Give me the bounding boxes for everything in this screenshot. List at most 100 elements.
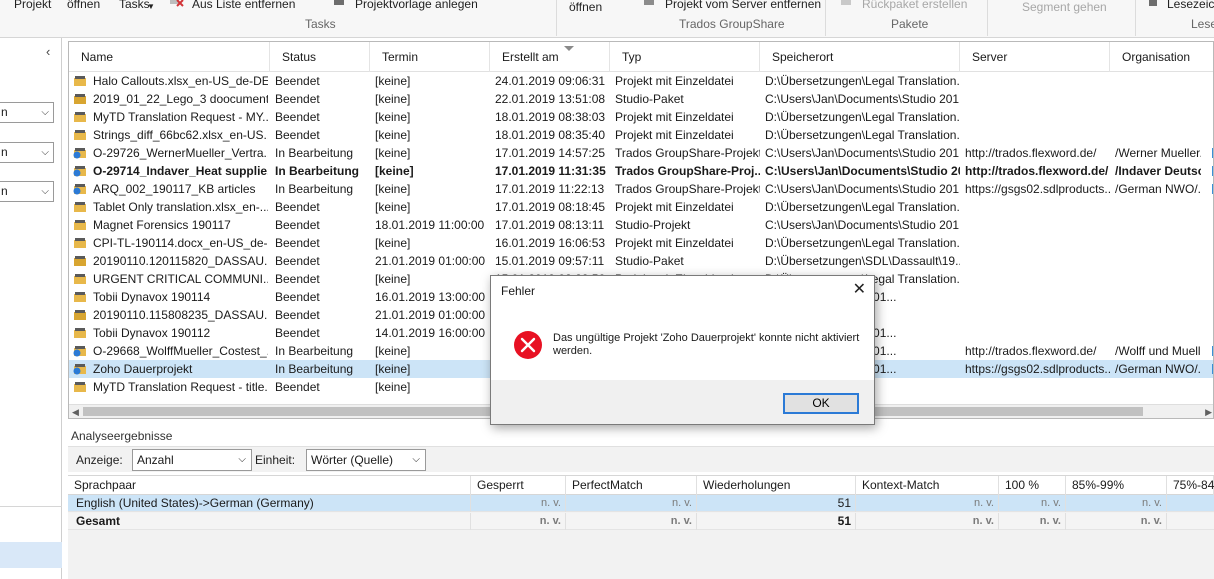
chevron-down-icon[interactable]: ▼ xyxy=(147,2,155,11)
type-cell: Projekt mit Einzeldatei xyxy=(615,200,734,214)
single-file-project-icon xyxy=(74,130,86,140)
project-row[interactable]: 20190110.120115820_DASSAU... Beendet 21.01… xyxy=(69,252,1213,270)
organisation-cell xyxy=(1115,90,1201,108)
project-row[interactable]: CPI-TL-190114.docx_en-US_de-... Beendet [k… xyxy=(69,234,1213,252)
status-cell: Beendet xyxy=(275,236,320,250)
column-header-gesperrt[interactable]: Gesperrt xyxy=(471,476,566,495)
project-row[interactable]: Tablet Only translation.xlsx_en-... Beend… xyxy=(69,198,1213,216)
ok-button[interactable]: OK xyxy=(783,393,859,414)
remove-from-list-button[interactable]: Aus Liste entfernen xyxy=(192,0,295,11)
organisation-cell: /German NWO/... xyxy=(1115,182,1201,196)
server-cell xyxy=(965,216,1110,234)
status-cell: Beendet xyxy=(275,128,320,142)
single-file-project-icon xyxy=(74,202,86,212)
column-header-created[interactable]: Erstellt am xyxy=(490,42,610,72)
filter-select-3[interactable]: n ⌵ xyxy=(0,181,54,202)
collapse-pane-icon[interactable]: ‹ xyxy=(46,44,50,59)
studio-package-icon xyxy=(74,94,86,104)
column-header-name[interactable]: Name xyxy=(69,42,270,72)
create-template-button[interactable]: Projektvorlage anlegen xyxy=(355,0,478,11)
match-85-99-cell: n. v. xyxy=(1066,513,1167,530)
analysis-row[interactable]: English (United States)->German (Germany… xyxy=(68,495,1214,512)
project-row[interactable]: MyTD Translation Request - MY... Beendet [… xyxy=(69,108,1213,126)
nav-item-selected[interactable] xyxy=(0,542,62,568)
anzeige-select[interactable]: Anzahl ⌵ xyxy=(132,449,252,471)
project-row[interactable]: ARQ_002_190117_KB articles In Bearbeitung… xyxy=(69,180,1213,198)
column-header-server[interactable]: Server xyxy=(960,42,1110,72)
bookmarks-button[interactable]: Lesezeich xyxy=(1167,0,1214,11)
name-cell: URGENT CRITICAL COMMUNI... xyxy=(93,272,268,286)
scroll-right-icon[interactable]: ▶ xyxy=(1205,405,1212,418)
column-header-75-84[interactable]: 75%-84% xyxy=(1167,476,1214,495)
dialog-message: Das ungültige Projekt 'Zoho Dauerprojekt… xyxy=(553,332,860,357)
server-cell xyxy=(965,324,1110,342)
server-cell xyxy=(965,72,1110,90)
organisation-cell xyxy=(1115,252,1201,270)
project-row[interactable]: 2019_01_22_Lego_3 doocuments Beendet [kein… xyxy=(69,90,1213,108)
server-cell xyxy=(965,288,1110,306)
project-row[interactable]: Strings_diff_66bc62.xlsx_en-US... Beendet… xyxy=(69,126,1213,144)
create-return-package-button[interactable]: Rückpaket erstellen xyxy=(862,0,967,11)
column-header-location[interactable]: Speicherort xyxy=(760,42,960,72)
einheit-select[interactable]: Wörter (Quelle) ⌵ xyxy=(306,449,426,471)
project-row[interactable]: O-29726_WernerMueller_Vertra... In Bearbe… xyxy=(69,144,1213,162)
column-header-termin[interactable]: Termin xyxy=(370,42,490,72)
nav-divider xyxy=(0,506,62,507)
scroll-left-icon[interactable]: ◀ xyxy=(72,405,79,418)
ribbon-open-button[interactable]: öffnen xyxy=(67,0,100,11)
studio-package-icon xyxy=(74,310,86,320)
status-cell: Beendet xyxy=(275,110,320,124)
type-cell: Studio-Paket xyxy=(615,254,684,268)
studio-project-icon xyxy=(74,220,86,230)
analysis-total-row[interactable]: Gesamt n. v. n. v. 51 n. v. n. v. n. v. xyxy=(68,513,1214,530)
bookmark-icon xyxy=(1149,0,1157,6)
project-row[interactable]: O-29714_Indaver_Heat supplie... In Bearbe… xyxy=(69,162,1213,180)
created-cell: 18.01.2019 08:38:03 xyxy=(495,110,606,124)
chevron-down-icon: ⌵ xyxy=(41,147,49,158)
column-header-100[interactable]: 100 % xyxy=(999,476,1066,495)
server-cell: https://gsgs02.sdlproducts... xyxy=(965,182,1110,196)
filter-select-2[interactable]: n ⌵ xyxy=(0,142,54,163)
type-cell: Studio-Paket xyxy=(615,92,684,106)
close-icon[interactable]: ✕ xyxy=(853,279,866,299)
column-header-status[interactable]: Status xyxy=(270,42,370,72)
location-cell: D:\Übersetzungen\Legal Translation... xyxy=(765,74,960,88)
status-cell: Beendet xyxy=(275,254,320,268)
type-cell: Studio-Projekt xyxy=(615,218,691,232)
error-icon xyxy=(514,331,542,359)
ribbon-tasks-button[interactable]: Tasks xyxy=(119,0,150,11)
column-header-perfectmatch[interactable]: PerfectMatch xyxy=(566,476,697,495)
dialog-title: Fehler xyxy=(501,284,536,298)
column-header-85-99[interactable]: 85%-99% xyxy=(1066,476,1167,495)
remove-from-server-button[interactable]: Projekt vom Server entfernen xyxy=(665,0,821,11)
name-cell: Zoho Dauerprojekt xyxy=(93,362,193,376)
ribbon-projekt-button[interactable]: Projekt xyxy=(14,0,51,11)
filter-select-1[interactable]: n ⌵ xyxy=(0,102,54,123)
project-row[interactable]: Magnet Forensics 190117 Beendet 18.01.2019… xyxy=(69,216,1213,234)
groupshare-open-button[interactable]: öffnen xyxy=(569,0,602,14)
project-row[interactable]: Halo Callouts.xlsx_en-US_de-DE Beendet [ke… xyxy=(69,72,1213,90)
created-cell: 22.01.2019 13:51:08 xyxy=(495,92,606,106)
organisation-cell: /German NWO/... xyxy=(1115,362,1201,376)
organisation-cell xyxy=(1115,108,1201,126)
server-cell: http://trados.flexword.de/ xyxy=(965,344,1097,358)
name-cell: O-29668_WolffMueller_Costest_... xyxy=(93,344,268,358)
context-match-cell: n. v. xyxy=(856,513,999,530)
created-cell: 17.01.2019 08:18:45 xyxy=(495,200,606,214)
location-cell: D:\Übersetzungen\Legal Translation... xyxy=(765,236,960,250)
column-header-sprachpaar[interactable]: Sprachpaar xyxy=(68,476,471,495)
project-template-icon xyxy=(334,0,344,5)
studio-project-icon xyxy=(74,328,86,338)
column-header-repetitions[interactable]: Wiederholungen xyxy=(697,476,856,495)
single-file-project-icon xyxy=(74,382,86,392)
column-header-organisation[interactable]: Organisation xyxy=(1110,42,1213,72)
goto-segment-button[interactable]: Segment gehen xyxy=(1022,0,1107,14)
analysis-title: Analyseergebnisse xyxy=(71,429,173,443)
name-cell: Tobii Dynavox 190112 xyxy=(93,326,211,340)
created-cell: 15.01.2019 09:57:11 xyxy=(495,254,605,268)
column-header-type[interactable]: Typ xyxy=(610,42,760,72)
termin-cell: [keine] xyxy=(375,236,411,250)
server-cell xyxy=(965,90,1110,108)
column-header-context-match[interactable]: Kontext-Match xyxy=(856,476,999,495)
repetitions-cell: 51 xyxy=(697,513,856,530)
